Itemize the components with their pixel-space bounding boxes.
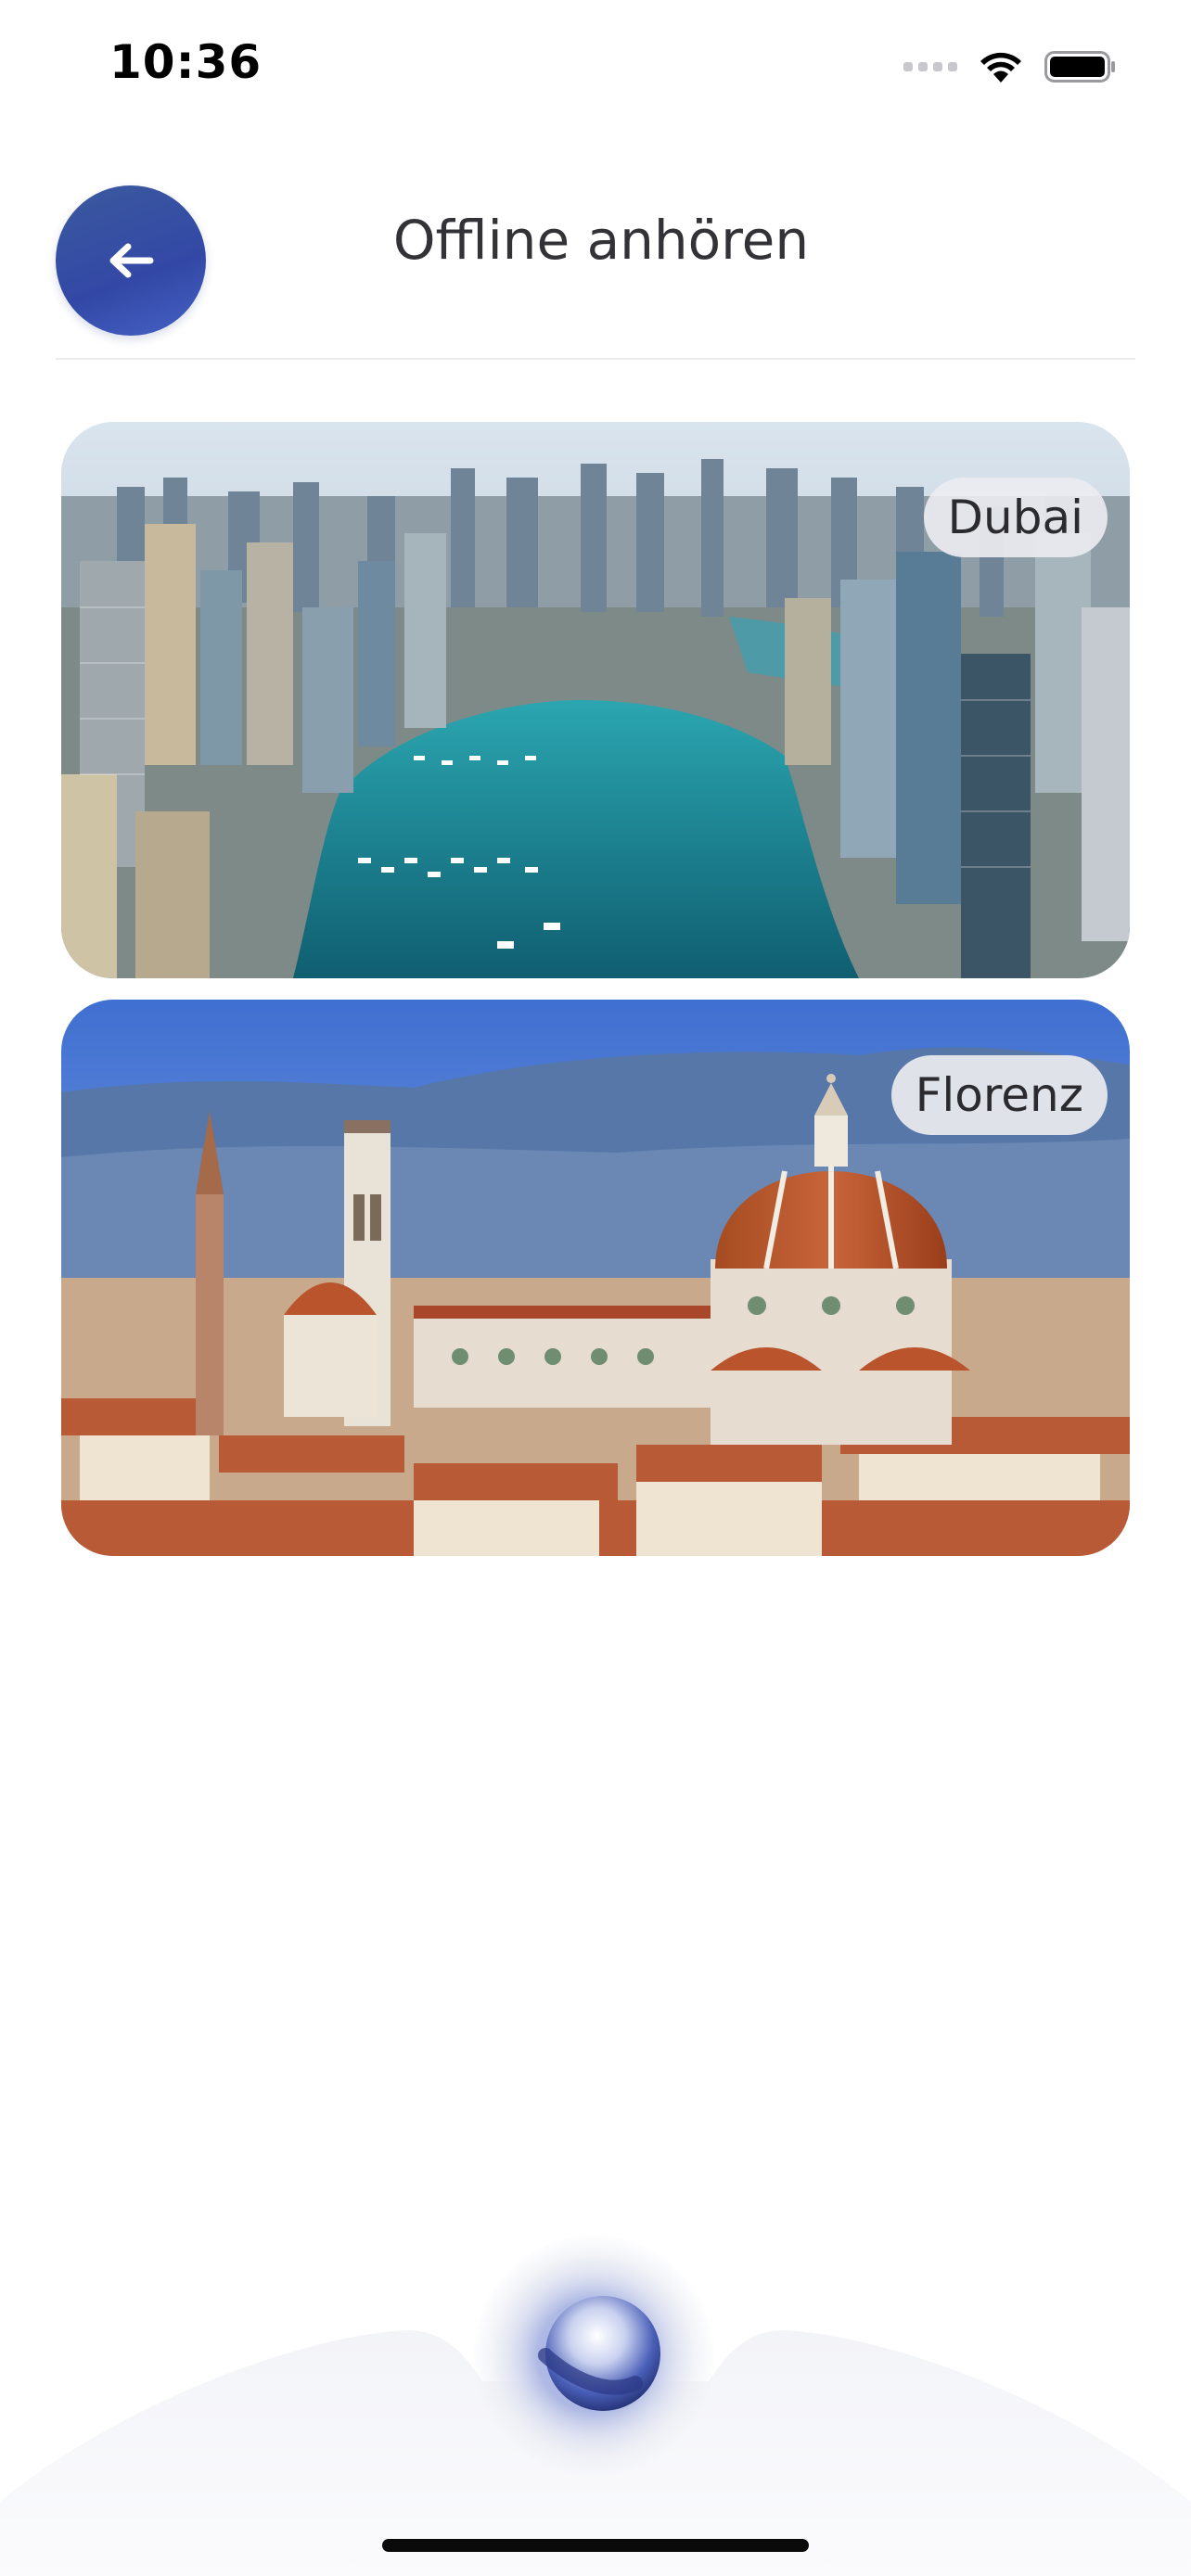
city-name-badge: Florenz xyxy=(890,1055,1108,1135)
header-divider xyxy=(56,358,1135,360)
status-indicators xyxy=(903,45,1117,89)
page-title: Offline anhören xyxy=(392,209,810,272)
assistant-orb-icon xyxy=(492,2253,696,2457)
home-indicator[interactable] xyxy=(382,2539,809,2552)
cellular-signal-icon xyxy=(903,62,957,71)
screen: 10:36 Offline anhören Dubai Florenz xyxy=(0,0,1191,2576)
assistant-button[interactable] xyxy=(473,2235,714,2476)
city-name-badge: Dubai xyxy=(923,478,1108,557)
status-time: 10:36 xyxy=(109,35,263,89)
wifi-icon xyxy=(980,52,1021,83)
city-card-florenz[interactable]: Florenz xyxy=(61,1000,1130,1556)
battery-icon xyxy=(1044,51,1115,83)
city-card-dubai[interactable]: Dubai xyxy=(61,422,1130,978)
